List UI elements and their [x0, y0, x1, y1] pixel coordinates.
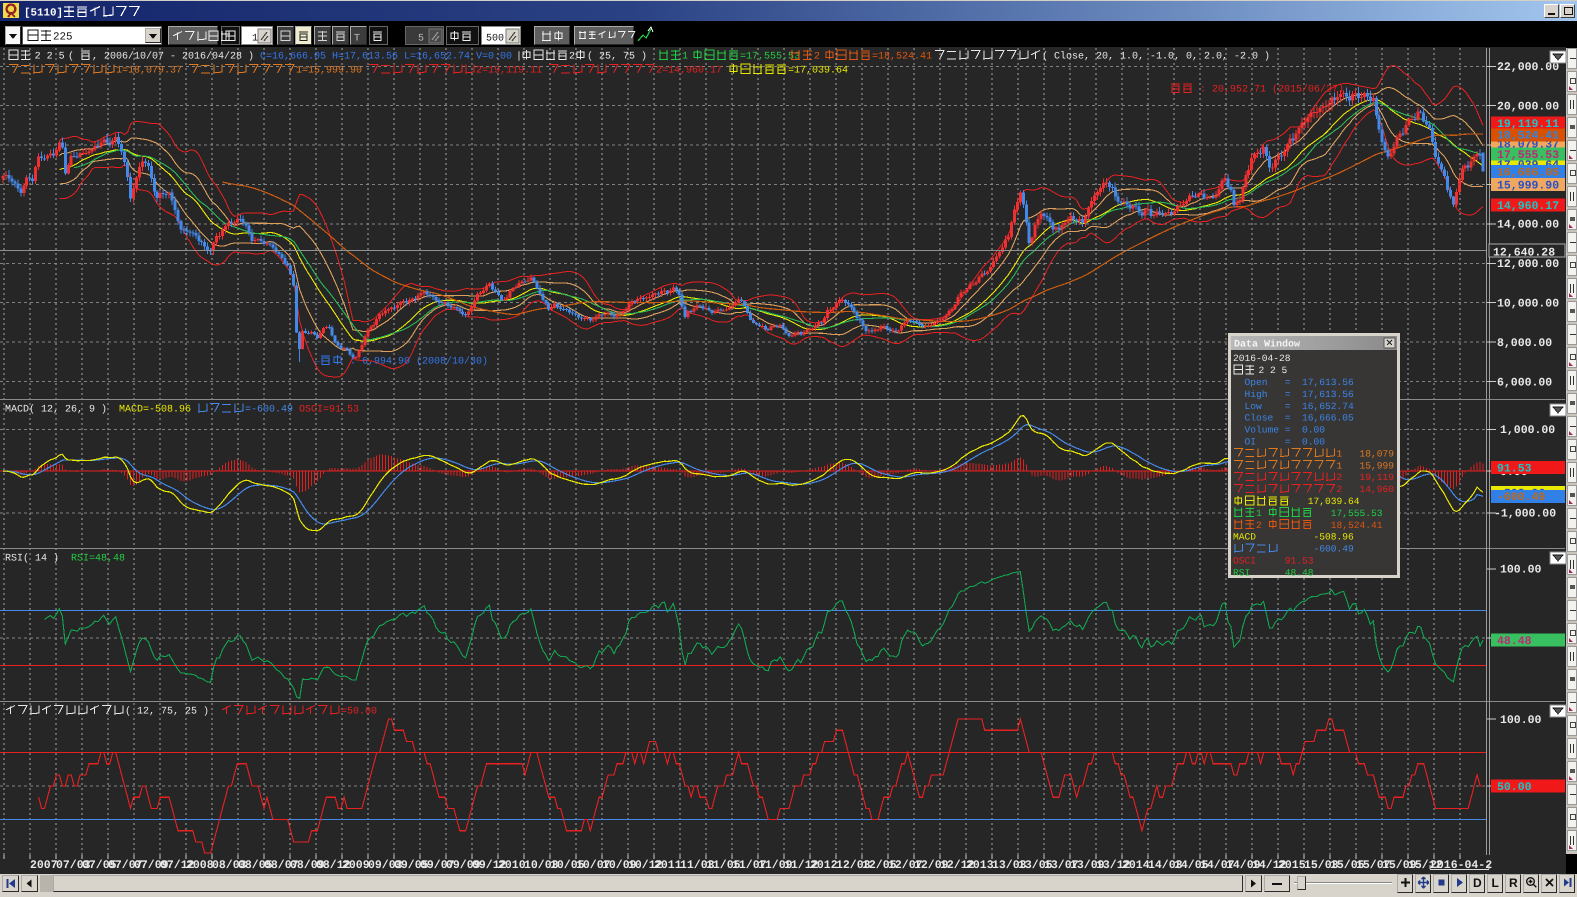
svg-text:2: 2	[1270, 365, 1276, 376]
svg-text:MACD -508.96: MACD -508.96	[1233, 532, 1354, 543]
svg-text:RSI( 14 ): RSI( 14 )	[5, 553, 71, 565]
svg-text:6,000.00: 6,000.00	[1497, 376, 1552, 389]
svg-text:OI = 0.00: OI = 0.00	[1233, 437, 1325, 448]
svg-text:20,000.00: 20,000.00	[1497, 101, 1559, 114]
svg-text:17,555.53: 17,555.53	[1314, 508, 1383, 519]
svg-text:=17,039.64: =17,039.64	[788, 66, 848, 77]
svg-text:8,000.00: 8,000.00	[1497, 337, 1552, 350]
svg-text:(: (	[68, 51, 80, 63]
svg-text:2: 2	[35, 52, 41, 63]
svg-text:Volume = 0.00: Volume = 0.00	[1233, 425, 1325, 436]
svg-text:Data Window: Data Window	[1234, 339, 1300, 351]
svg-text:: 20,952.71 (2015/06/27): : 20,952.71 (2015/06/27)	[1194, 84, 1344, 96]
svg-text:( 12, 75, 25 ): ( 12, 75, 25 )	[125, 706, 221, 718]
svg-text:OSCI=91.53: OSCI=91.53	[299, 405, 359, 416]
svg-text:50.00: 50.00	[1497, 781, 1532, 794]
svg-text:1: 1	[1256, 508, 1268, 519]
svg-text:14,960.17: 14,960.17	[1497, 200, 1559, 213]
svg-text:18,524.41: 18,524.41	[1497, 130, 1559, 143]
svg-text:=-600.49: =-600.49	[245, 405, 299, 416]
svg-text:1: 1	[682, 52, 688, 63]
svg-text:2012: 2012	[810, 859, 838, 872]
svg-text:-600.49: -600.49	[1497, 491, 1545, 504]
svg-text:5: 5	[1282, 365, 1288, 376]
svg-text:T: T	[354, 33, 360, 44]
svg-text:←: ←	[314, 357, 320, 368]
svg-text:Low = 16,652.74: Low = 16,652.74	[1233, 401, 1354, 412]
svg-text:[5110]: [5110]	[24, 7, 63, 19]
svg-text:2 19,119: 2 19,119	[1337, 472, 1395, 483]
svg-text:2: 2	[569, 52, 575, 63]
svg-text:10,000.00: 10,000.00	[1497, 298, 1559, 311]
svg-text:Close = 16,666.05: Close = 16,666.05	[1233, 413, 1354, 424]
svg-text:225: 225	[53, 31, 73, 43]
svg-text:2: 2	[1256, 520, 1268, 531]
svg-text:( 25, 75 ): ( 25, 75 )	[587, 51, 647, 63]
svg-text:1: 1	[252, 33, 258, 44]
svg-text:15,999.90: 15,999.90	[1497, 180, 1559, 193]
svg-text:2008: 2008	[186, 859, 214, 872]
svg-text:48.48: 48.48	[1497, 635, 1532, 648]
svg-text:-1,000.00: -1,000.00	[1494, 508, 1556, 521]
svg-text:( Close, 20, 1.0, -1.0, 0, 2.0: ( Close, 20, 1.0, -1.0, 0, 2.0, -2.0 )	[1042, 51, 1270, 63]
svg-text:MACD( 12, 26, 9 ): MACD( 12, 26, 9 )	[5, 404, 119, 416]
svg-text:2013: 2013	[966, 859, 994, 872]
svg-text:-600.49: -600.49	[1279, 544, 1354, 555]
svg-text:2: 2	[814, 52, 820, 63]
svg-text:100.00: 100.00	[1500, 714, 1542, 727]
svg-text:2010: 2010	[498, 859, 526, 872]
svg-text:91.53: 91.53	[1497, 462, 1532, 475]
svg-text:2016-04-28: 2016-04-28	[1233, 353, 1291, 364]
svg-text:16,666.05: 16,666.05	[1497, 166, 1559, 179]
svg-text:, 2006/10/07 - 2016/04/28 ): , 2006/10/07 - 2016/04/28 )	[92, 51, 260, 63]
svg-text:1=18,079.37: 1=18,079.37	[116, 66, 188, 77]
svg-text:1,000.00: 1,000.00	[1500, 424, 1555, 437]
svg-text:12,640.28: 12,640.28	[1493, 246, 1555, 259]
svg-text:2 14,960: 2 14,960	[1337, 484, 1395, 495]
svg-text:C=16,666.05 H=17,613.56 L=16,6: C=16,666.05 H=17,613.56 L=16,652.74 V=0.…	[260, 52, 512, 63]
svg-text:High = 17,613.56: High = 17,613.56	[1233, 389, 1354, 400]
svg-text:: 6,994.90 (2008/10/30): : 6,994.90 (2008/10/30)	[344, 356, 488, 368]
svg-text:2007: 2007	[30, 859, 58, 872]
svg-text:17,039.64: 17,039.64	[1291, 496, 1360, 507]
svg-text:1 15,999: 1 15,999	[1337, 460, 1395, 471]
svg-text:=18,524.41: =18,524.41	[872, 52, 932, 63]
svg-text:100.00: 100.00	[1500, 564, 1542, 577]
svg-text:MACD=-508.96: MACD=-508.96	[119, 405, 197, 416]
svg-text:14,000.00: 14,000.00	[1497, 219, 1559, 232]
svg-text:18,524.41: 18,524.41	[1314, 520, 1383, 531]
svg-text:2=14,960.17: 2=14,960.17	[656, 66, 728, 77]
svg-text:OSCI 91.53: OSCI 91.53	[1233, 556, 1314, 567]
svg-text:1 18,079: 1 18,079	[1337, 448, 1395, 459]
svg-text:2015: 2015	[1278, 859, 1306, 872]
svg-text:RSI=48,48: RSI=48,48	[71, 554, 125, 565]
svg-text:2009: 2009	[342, 859, 370, 872]
svg-text:1=15,999.90: 1=15,999.90	[296, 66, 368, 77]
svg-text:5: 5	[418, 33, 424, 44]
svg-text:5: 5	[59, 52, 65, 63]
svg-text:500: 500	[486, 33, 504, 44]
svg-text:=50.00: =50.00	[341, 707, 377, 718]
svg-text:2: 2	[47, 52, 53, 63]
svg-text:2011: 2011	[654, 859, 682, 872]
svg-text:2=19,119.11: 2=19,119.11	[476, 66, 548, 77]
svg-text:2014: 2014	[1122, 859, 1150, 872]
svg-text:12,000.00: 12,000.00	[1497, 258, 1559, 271]
svg-text:17,555.53: 17,555.53	[1497, 149, 1559, 162]
svg-text:RSI 48.48: RSI 48.48	[1233, 567, 1314, 578]
svg-text:2: 2	[1259, 365, 1265, 376]
svg-text:Open = 17,613.56: Open = 17,613.56	[1233, 377, 1354, 388]
